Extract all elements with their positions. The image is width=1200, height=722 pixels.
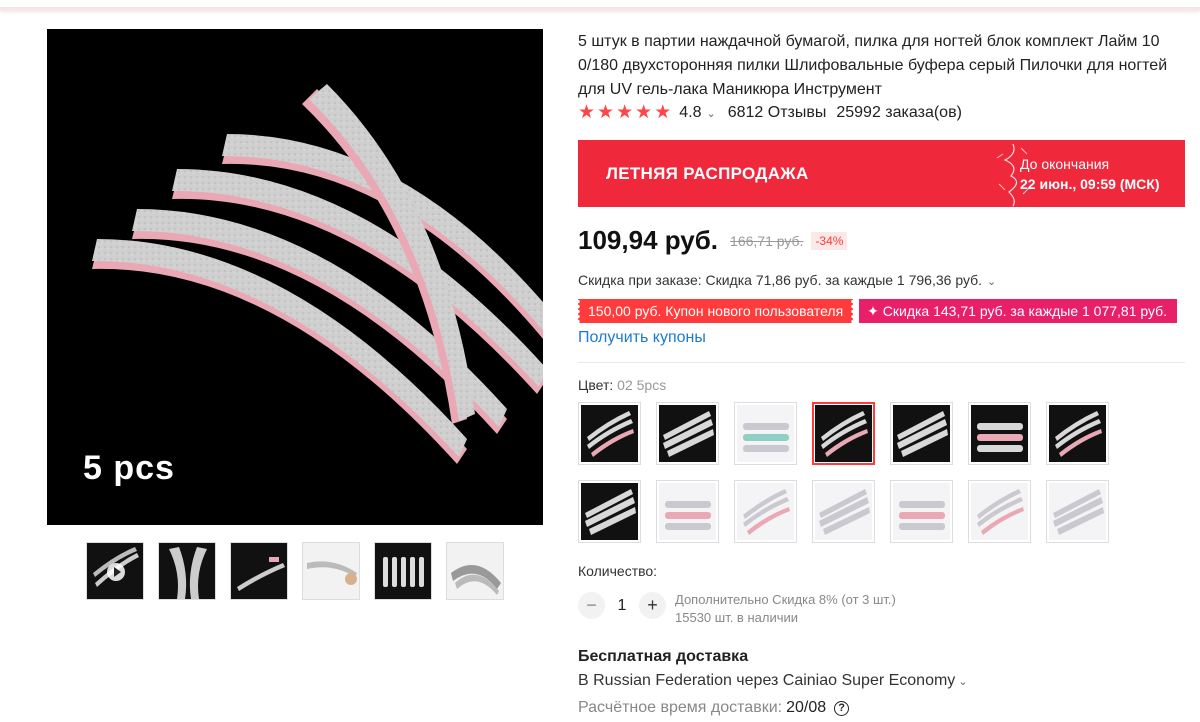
- thumbnail-4[interactable]: [302, 542, 360, 600]
- shipping-method-text: В Russian Federation через Cainiao Super…: [578, 672, 956, 689]
- reviews-link[interactable]: 6812 Отзывы: [728, 104, 827, 122]
- star-icon: ★: [578, 102, 596, 123]
- delivery-time-label: Расчётное время доставки:: [578, 699, 783, 716]
- thumbnail-6[interactable]: [446, 542, 504, 600]
- chevron-down-icon[interactable]: ⌄: [706, 107, 715, 120]
- order-discount[interactable]: Скидка при заказе: Скидка 71,86 руб. за …: [578, 272, 1008, 288]
- color-swatch[interactable]: [578, 480, 641, 543]
- shipping-method[interactable]: В Russian Federation через Cainiao Super…: [578, 672, 980, 690]
- color-swatch[interactable]: [812, 480, 875, 543]
- sale-banner: ЛЕТНЯЯ РАСПРОДАЖА До окончания 22 июн., …: [578, 140, 1185, 207]
- color-swatch[interactable]: [1046, 402, 1109, 465]
- increase-button[interactable]: +: [639, 592, 666, 619]
- color-swatch[interactable]: [968, 480, 1031, 543]
- thumbnail-2[interactable]: [158, 542, 216, 600]
- star-icon: ★: [597, 102, 615, 123]
- top-bar: [0, 0, 1200, 10]
- bulk-discount-text: Дополнительно Скидка 8% (от 3 шт.): [675, 592, 896, 607]
- thumbnail-art: [237, 557, 285, 591]
- sale-countdown: До окончания 22 июн., 09:59 (МСК): [1020, 154, 1160, 194]
- color-swatch[interactable]: [890, 480, 953, 543]
- color-swatch[interactable]: [656, 480, 719, 543]
- selected-color: 02 5pcs: [617, 377, 667, 393]
- color-swatch[interactable]: [812, 402, 875, 465]
- delivery-date: 20/08: [786, 699, 827, 716]
- rating-row: ★ ★ ★ ★ ★ 4.8 ⌄ 6812 Отзывы 25992 заказа…: [578, 103, 962, 123]
- thumbnail-3[interactable]: [230, 542, 288, 600]
- color-swatch-image: [737, 483, 794, 540]
- stock-text: 15530 шт. в наличии: [675, 610, 798, 625]
- color-swatch[interactable]: [890, 402, 953, 465]
- sale-title: ЛЕТНЯЯ РАСПРОДАЖА: [606, 164, 809, 183]
- thumbnail-art: [169, 547, 207, 599]
- rating-value[interactable]: 4.8: [679, 104, 701, 122]
- chevron-down-icon[interactable]: ⌄: [958, 676, 967, 688]
- color-swatch[interactable]: [734, 480, 797, 543]
- decrease-button[interactable]: −: [578, 592, 605, 619]
- product-title: 5 штук в партии наждачной бумагой, пилка…: [578, 33, 1168, 98]
- sale-ends-value: 22 июн., 09:59 (МСК): [1020, 176, 1160, 192]
- color-swatch-image: [815, 483, 872, 540]
- divider: [578, 362, 1185, 363]
- thumbnail-art: [383, 557, 424, 587]
- color-swatches: [578, 402, 1118, 543]
- question-circle-icon[interactable]: ?: [834, 700, 850, 716]
- quantity-stepper: − 1 +: [578, 592, 666, 619]
- image-caption: 5 pcs: [83, 449, 175, 487]
- color-swatch[interactable]: [578, 402, 641, 465]
- old-price: 166,71 руб.: [730, 232, 804, 249]
- color-swatch-image: [971, 405, 1028, 462]
- thumbnail-art: [307, 561, 357, 585]
- price-row: 109,94 руб. 166,71 руб. -34%: [578, 225, 848, 256]
- coupon-row: 150,00 руб. Купон нового пользователя ✦ …: [578, 299, 1178, 323]
- shipping-title: Бесплатная доставка: [578, 648, 749, 665]
- thumbnail-5[interactable]: [374, 542, 432, 600]
- thumbnail-video[interactable]: [86, 542, 144, 600]
- star-icon: ★: [616, 102, 634, 123]
- thumbnail-strip: [86, 542, 504, 600]
- color-swatch-image: [737, 405, 794, 462]
- color-swatch-image: [893, 405, 950, 462]
- color-swatch-image: [1049, 405, 1106, 462]
- color-swatch[interactable]: [968, 402, 1031, 465]
- store-discount-coupon[interactable]: ✦ Скидка 143,71 руб. за каждые 1 077,81 …: [859, 299, 1178, 323]
- quantity-input[interactable]: 1: [605, 597, 639, 615]
- color-swatch-image: [971, 483, 1028, 540]
- main-product-image[interactable]: 5 pcs: [47, 29, 543, 525]
- new-user-coupon[interactable]: 150,00 руб. Купон нового пользователя: [578, 299, 854, 323]
- play-icon[interactable]: [107, 563, 125, 581]
- color-swatch[interactable]: [734, 402, 797, 465]
- color-swatch-image: [893, 483, 950, 540]
- sale-ends-label: До окончания: [1020, 156, 1110, 172]
- current-price: 109,94 руб.: [578, 225, 719, 255]
- color-swatch-image: [1049, 483, 1106, 540]
- color-swatch-image: [581, 483, 638, 540]
- delivery-time: Расчётное время доставки: 20/08 ?: [578, 699, 850, 717]
- rating-stars: ★ ★ ★ ★ ★: [578, 103, 671, 123]
- discount-badge: -34%: [811, 231, 848, 250]
- quantity-label: Количество:: [578, 563, 658, 579]
- orders-count: 25992 заказа(ов): [836, 104, 962, 121]
- color-swatch[interactable]: [1046, 480, 1109, 543]
- get-coupons-link[interactable]: Получить купоны: [578, 329, 706, 347]
- quantity-info: Дополнительно Скидка 8% (от 3 шт.) 15530…: [675, 591, 896, 627]
- color-swatch[interactable]: [656, 402, 719, 465]
- star-icon: ★: [654, 102, 672, 123]
- star-icon: ★: [635, 102, 653, 123]
- color-swatch-image: [659, 483, 716, 540]
- color-swatch-image: [581, 405, 638, 462]
- chevron-down-icon[interactable]: ⌄: [987, 276, 996, 288]
- color-swatch-image: [659, 405, 716, 462]
- color-swatch-image: [815, 405, 872, 462]
- thumbnail-art: [451, 565, 501, 595]
- color-label: Цвет: 02 5pcs: [578, 377, 667, 393]
- order-discount-text: Скидка при заказе: Скидка 71,86 руб. за …: [578, 272, 983, 288]
